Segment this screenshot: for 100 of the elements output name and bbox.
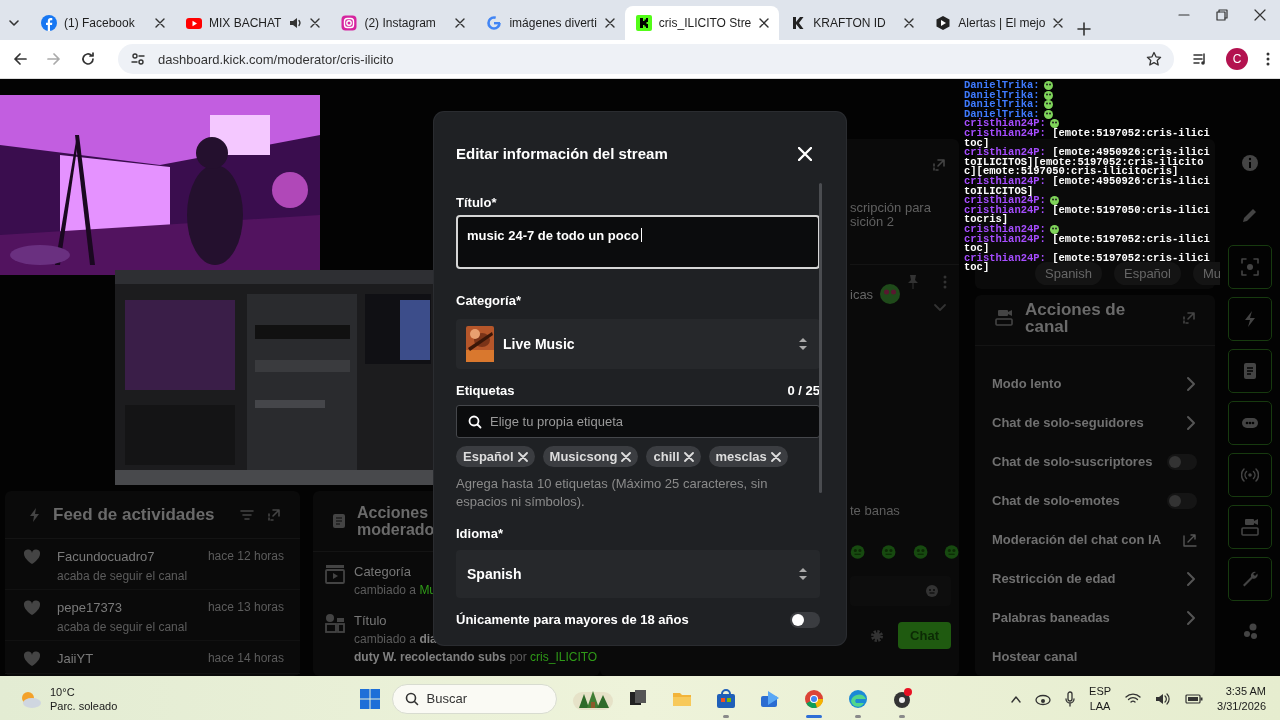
browser-tab[interactable]: (1) Facebook <box>30 6 175 40</box>
field-label: Únicamente para mayores de 18 años <box>456 612 689 628</box>
browser-tab[interactable]: (2) Instagram <box>330 6 476 40</box>
video-icon <box>325 564 345 584</box>
channel-action-item[interactable]: Palabras baneadas <box>975 598 1215 637</box>
field-label: Categoría* <box>456 293 522 310</box>
close-icon[interactable] <box>603 17 616 29</box>
channel-action-item[interactable]: Moderación del chat con IA <box>975 520 1215 559</box>
tag-chip[interactable]: chill <box>646 446 701 467</box>
tag-chip[interactable]: mesclas <box>708 446 788 467</box>
media-queue-icon[interactable] <box>1192 51 1208 67</box>
feed-username: JaiiYT <box>57 651 95 666</box>
app-icon <box>846 687 869 710</box>
bolt-icon <box>29 507 41 522</box>
chat-message: te banas <box>850 503 900 518</box>
chevron-up-icon[interactable] <box>1011 694 1022 703</box>
tab-search-icon[interactable] <box>8 17 20 29</box>
channel-action-item[interactable]: Modo lento <box>975 364 1215 403</box>
channel-action-item[interactable]: Hostear canal <box>975 637 1215 676</box>
menu-icon[interactable] <box>1266 51 1270 67</box>
taskbar-search[interactable]: Buscar <box>391 683 557 714</box>
site-settings-icon[interactable] <box>130 51 146 67</box>
new-tab-icon[interactable] <box>1077 22 1092 36</box>
search-icon <box>468 414 482 429</box>
chevron-right-icon <box>1185 414 1197 431</box>
stream-tag: Español <box>1114 262 1181 285</box>
site-icon <box>41 15 57 31</box>
profile-avatar[interactable]: C <box>1226 48 1248 70</box>
change-label: Categoría <box>354 564 412 579</box>
close-icon[interactable] <box>903 17 916 29</box>
scrollbar[interactable] <box>819 183 822 493</box>
chat-message: cristhian24P: [emote:4950926:cris-ilicitoILICITOS] <box>964 176 1211 197</box>
browser-tab[interactable]: KRAFTON ID <box>779 6 925 40</box>
stream-description: sición 2 <box>850 215 895 229</box>
address-field[interactable]: dashboard.kick.com/moderator/cris-ilicito <box>118 44 1174 74</box>
panel-title: Feed de actividades <box>53 504 216 525</box>
speaker-icon[interactable] <box>288 16 303 30</box>
toggle-switch[interactable] <box>1167 492 1197 509</box>
remove-icon[interactable] <box>683 451 694 462</box>
dots-icon[interactable] <box>1241 622 1259 640</box>
channel-action-item[interactable]: Chat de solo-emotes <box>975 481 1215 520</box>
close-icon[interactable] <box>454 17 467 29</box>
feed-username: Facundocuadro7 <box>57 549 156 564</box>
restore-icon[interactable] <box>1216 9 1228 21</box>
search-icon <box>404 691 419 706</box>
sort-arrows-icon <box>798 337 808 351</box>
browser-tab[interactable]: imágenes diverti <box>475 6 625 40</box>
start-icon[interactable] <box>359 688 380 709</box>
language-select[interactable]: Spanish <box>456 550 820 598</box>
panel-title: Acciones de canal <box>1025 301 1127 335</box>
channel-action-item[interactable]: Chat de solo-suscriptores <box>975 442 1215 481</box>
pinned-message: icas <box>850 286 874 302</box>
back-icon[interactable] <box>12 51 28 67</box>
clock[interactable]: 3:35 AM 3/31/2026 <box>1217 683 1266 714</box>
browser-tab[interactable]: MIX BACHAT <box>175 6 331 40</box>
close-icon[interactable] <box>758 17 771 29</box>
remove-icon[interactable] <box>621 451 632 462</box>
chat-message: cristhian24P: [emote:5197050:cris-ilicitocris] <box>964 205 1211 225</box>
site-icon <box>341 15 358 31</box>
help-text: Agrega hasta 10 etiquetas (Máximo 25 caracteres, sin espacios ni símbolos). <box>456 475 769 511</box>
heart-icon <box>23 651 41 667</box>
feed-time: hace 12 horas <box>207 549 284 563</box>
category-select[interactable]: Live Music <box>456 319 820 369</box>
app-icon <box>714 687 737 710</box>
weather-temp: 10°C <box>50 684 76 699</box>
title-input[interactable]: music 24-7 de todo un poco <box>456 215 820 269</box>
input-language-indicator[interactable]: ESP LAA <box>1089 683 1112 714</box>
browser-tab[interactable]: Alertas | El mejo <box>924 6 1074 40</box>
tag-chip[interactable]: Español <box>456 446 535 467</box>
close-icon[interactable] <box>309 17 322 29</box>
tag-chip[interactable]: Musicsong <box>542 446 639 467</box>
microphone-icon[interactable] <box>1065 690 1076 707</box>
feed-time: hace 14 horas <box>207 651 284 665</box>
tag-search-field[interactable]: Elige tu propia etiqueta <box>456 405 820 438</box>
channel-action-item[interactable]: Restricción de edad <box>975 559 1215 598</box>
close-icon[interactable] <box>154 17 166 29</box>
remove-icon[interactable] <box>770 451 781 462</box>
remove-icon[interactable] <box>517 451 528 462</box>
browser-tab[interactable]: cris_ILICITO Stre <box>624 6 780 40</box>
bookmark-star-icon[interactable] <box>1146 51 1162 67</box>
site-icon <box>935 15 952 31</box>
stream-tag: Mu <box>1192 262 1220 285</box>
toggle-switch[interactable] <box>790 612 820 628</box>
chevron-right-icon <box>1185 375 1197 392</box>
channel-action-item[interactable]: Chat de solo-seguidores <box>975 403 1215 442</box>
battery-icon[interactable] <box>1185 692 1204 705</box>
feed-action: acaba de seguir el canal <box>57 620 189 634</box>
site-icon <box>486 15 503 31</box>
close-icon[interactable] <box>1052 17 1065 29</box>
volume-icon[interactable] <box>1155 692 1172 705</box>
site-icon <box>186 15 202 31</box>
chevron-right-icon <box>1185 609 1197 626</box>
close-icon[interactable] <box>1254 9 1266 21</box>
wifi-icon[interactable] <box>1125 692 1142 705</box>
toggle-switch[interactable] <box>1167 453 1197 470</box>
heart-icon <box>23 549 41 565</box>
chat-message: cristhian24P: [emote:5197052:cris-ilicitoc] <box>964 234 1211 254</box>
reload-icon[interactable] <box>80 51 96 67</box>
app-icon <box>802 687 825 710</box>
external-link-icon <box>1183 532 1197 547</box>
